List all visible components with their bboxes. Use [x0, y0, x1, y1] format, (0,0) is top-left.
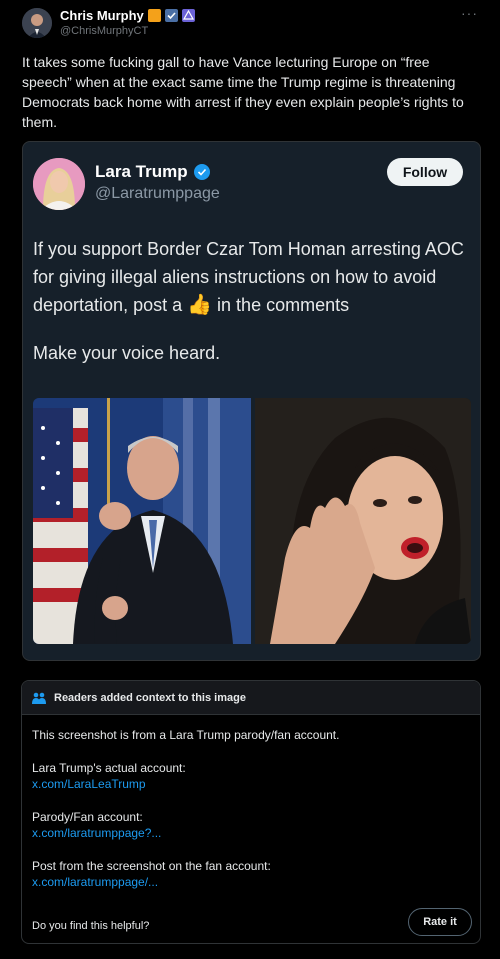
- photo-homan: [33, 398, 251, 644]
- rate-it-button[interactable]: Rate it: [408, 908, 472, 936]
- note-intro: This screenshot is from a Lara Trump par…: [32, 728, 340, 742]
- note-parody-account: Parody/Fan account: x.com/laratrumppage?…: [32, 809, 472, 841]
- people-icon: [32, 692, 46, 704]
- actual-account-link[interactable]: x.com/LaraLeaTrump: [32, 776, 472, 792]
- quoted-name-row: Lara Trump: [95, 162, 210, 182]
- author-avatar[interactable]: [22, 8, 52, 38]
- community-note-header: Readers added context to this image: [22, 681, 480, 715]
- quoted-name: Lara Trump: [95, 162, 188, 181]
- photo-aoc: [255, 398, 471, 644]
- community-note: Readers added context to this image This…: [21, 680, 481, 944]
- author-name[interactable]: Chris Murphy: [60, 8, 144, 23]
- post: Chris Murphy @ChrisMurphyCT ··· It takes…: [0, 0, 500, 959]
- more-options-icon[interactable]: ···: [461, 5, 478, 21]
- quoted-handle: @Laratrumppage: [95, 185, 220, 202]
- quoted-text-secondary: Make your voice heard.: [33, 343, 221, 363]
- quoted-text: If you support Border Czar Tom Homan arr…: [33, 235, 473, 319]
- note-parody-label: Parody/Fan account:: [32, 810, 143, 824]
- community-note-body: This screenshot is from a Lara Trump par…: [32, 727, 472, 907]
- author-handle[interactable]: @ChrisMurphyCT: [60, 25, 148, 37]
- post-link[interactable]: x.com/laratrumppage/...: [32, 874, 472, 890]
- parody-account-link[interactable]: x.com/laratrumppage?...: [32, 825, 472, 841]
- thumbs-up-icon: 👍: [187, 294, 213, 316]
- follow-button: Follow: [387, 158, 463, 186]
- verified-icon: [193, 164, 210, 180]
- verified-badge-icon: [164, 9, 178, 22]
- tweet-text: It takes some fucking gall to have Vance…: [22, 54, 464, 130]
- community-note-heading: Readers added context to this image: [54, 691, 246, 704]
- note-actual-account: Lara Trump's actual account: x.com/LaraL…: [32, 760, 472, 792]
- author-name-row: Chris Murphy: [60, 8, 195, 23]
- note-post: Post from the screenshot on the fan acco…: [32, 858, 472, 890]
- quoted-text-part2: in the comments: [217, 295, 350, 315]
- orange-badge-icon: [147, 9, 161, 22]
- government-badge-icon: [181, 9, 195, 22]
- note-actual-label: Lara Trump's actual account:: [32, 761, 186, 775]
- note-post-label: Post from the screenshot on the fan acco…: [32, 859, 271, 873]
- quoted-screenshot[interactable]: Lara Trump @Laratrumppage Follow If you …: [22, 141, 481, 661]
- quoted-avatar: [33, 158, 85, 210]
